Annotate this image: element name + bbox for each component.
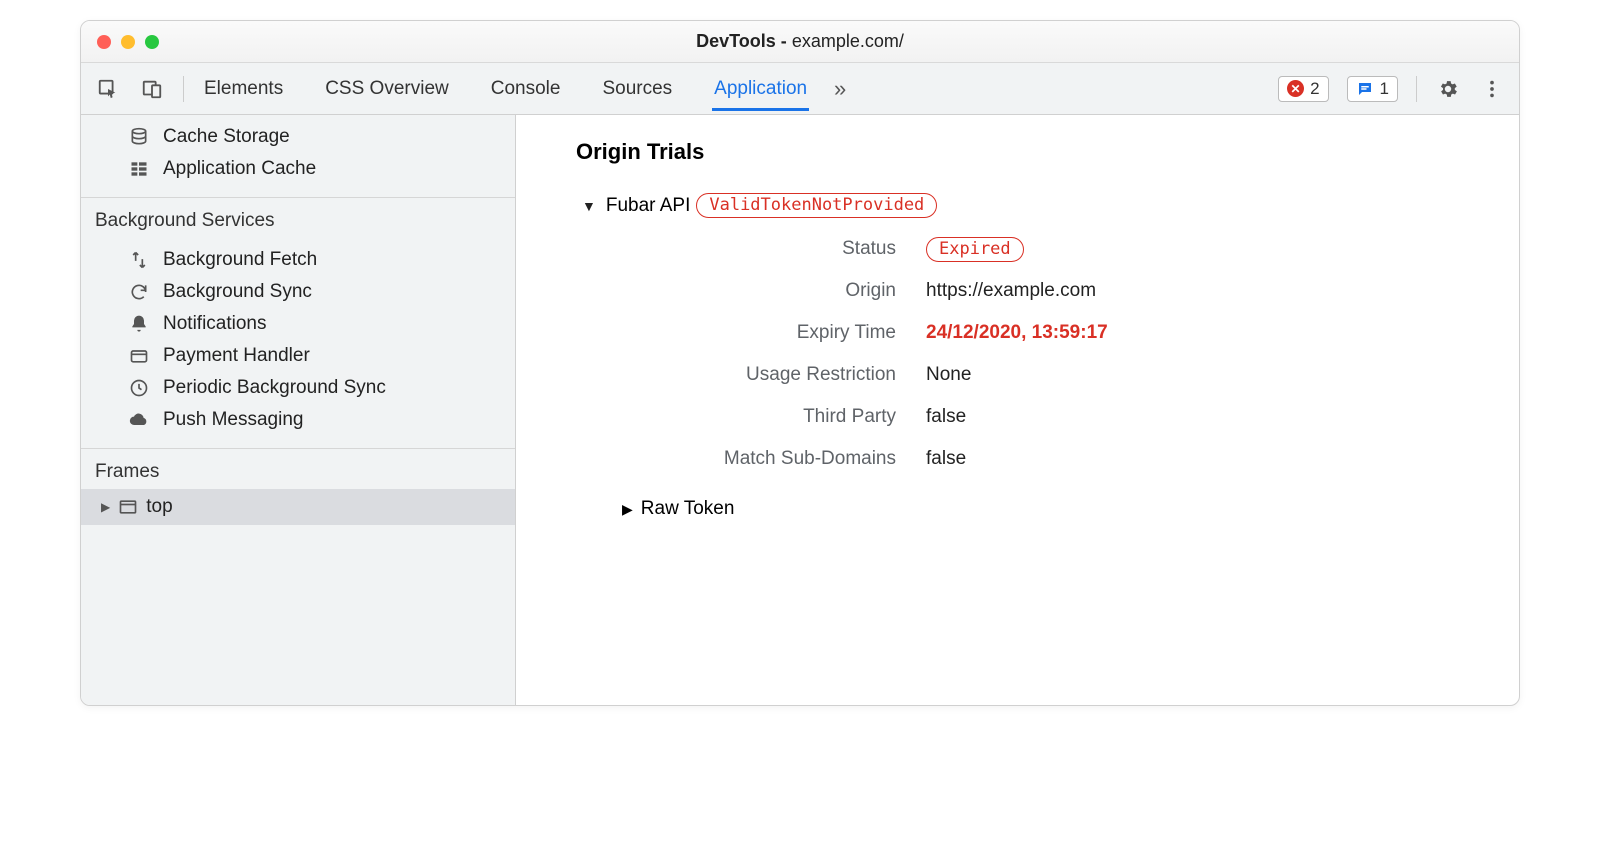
sidebar-item-label: Background Fetch [163, 249, 317, 271]
label-usage: Usage Restriction [616, 364, 896, 386]
raw-token-label: Raw Token [641, 498, 735, 520]
sidebar-item-application-cache[interactable]: Application Cache [81, 153, 515, 185]
sidebar-item-label: Notifications [163, 313, 267, 335]
raw-token-row[interactable]: ▶ Raw Token [622, 498, 1479, 520]
disclosure-triangle-icon: ▶ [101, 500, 110, 514]
frames-item-label: top [146, 496, 172, 518]
panel-body: Cache Storage Application Cache Backgrou… [81, 115, 1519, 705]
value-expiry: 24/12/2020, 13:59:17 [926, 322, 1479, 344]
sidebar-item-periodic-sync[interactable]: Periodic Background Sync [81, 372, 515, 404]
trial-details: Status Expired Origin https://example.co… [616, 238, 1479, 470]
devtools-toolbar: Elements CSS Overview Console Sources Ap… [81, 63, 1519, 115]
kebab-menu-icon[interactable] [1479, 76, 1505, 102]
sidebar-item-cache-storage[interactable]: Cache Storage [81, 121, 515, 153]
panel-tabs: Elements CSS Overview Console Sources Ap… [202, 66, 809, 111]
disclosure-triangle-icon: ▼ [582, 198, 596, 214]
window-icon [118, 497, 138, 517]
fetch-icon [127, 250, 151, 270]
close-window-button[interactable] [97, 35, 111, 49]
sidebar-heading-background: Background Services [81, 197, 515, 238]
sync-icon [127, 282, 151, 302]
origin-trials-panel: Origin Trials ▼ Fubar API ValidTokenNotP… [516, 115, 1519, 705]
sidebar-item-label: Push Messaging [163, 409, 303, 431]
bell-icon [127, 314, 151, 334]
disclosure-triangle-icon: ▶ [622, 501, 633, 518]
trial-status-badge: ValidTokenNotProvided [696, 193, 937, 218]
messages-badge[interactable]: 1 [1347, 76, 1398, 102]
tab-elements[interactable]: Elements [202, 66, 285, 111]
label-expiry: Expiry Time [616, 322, 896, 344]
errors-badge[interactable]: ✕ 2 [1278, 76, 1328, 102]
sidebar-item-notifications[interactable]: Notifications [81, 308, 515, 340]
value-match-subdomains: false [926, 448, 1479, 470]
inspect-element-icon[interactable] [95, 76, 121, 102]
sidebar-item-push-messaging[interactable]: Push Messaging [81, 404, 515, 436]
sidebar-item-label: Payment Handler [163, 345, 310, 367]
sidebar-item-background-fetch[interactable]: Background Fetch [81, 244, 515, 276]
sidebar-item-payment-handler[interactable]: Payment Handler [81, 340, 515, 372]
message-icon [1356, 80, 1374, 98]
device-toolbar-icon[interactable] [139, 76, 165, 102]
tab-application[interactable]: Application [712, 66, 809, 111]
label-status: Status [616, 238, 896, 260]
devtools-window: DevTools - example.com/ Elements CSS Ove… [80, 20, 1520, 706]
settings-icon[interactable] [1435, 76, 1461, 102]
status-pill: Expired [926, 237, 1024, 262]
more-tabs-icon[interactable]: » [827, 76, 853, 102]
value-status: Expired [926, 238, 1479, 260]
page-title: Origin Trials [576, 139, 1479, 165]
sidebar-item-label: Application Cache [163, 158, 316, 180]
errors-count: 2 [1310, 79, 1319, 99]
label-third-party: Third Party [616, 406, 896, 428]
toolbar-divider [1416, 76, 1417, 102]
database-icon [127, 127, 151, 147]
traffic-lights [97, 35, 159, 49]
sidebar-heading-frames: Frames [81, 448, 515, 489]
clock-icon [127, 378, 151, 398]
grid-icon [127, 159, 151, 179]
maximize-window-button[interactable] [145, 35, 159, 49]
messages-count: 1 [1380, 79, 1389, 99]
value-third-party: false [926, 406, 1479, 428]
value-usage: None [926, 364, 1479, 386]
error-icon: ✕ [1287, 80, 1304, 97]
label-match-subdomains: Match Sub-Domains [616, 448, 896, 470]
tab-console[interactable]: Console [489, 66, 563, 111]
sidebar-item-label: Background Sync [163, 281, 312, 303]
titlebar: DevTools - example.com/ [81, 21, 1519, 63]
trial-row[interactable]: ▼ Fubar API ValidTokenNotProvided [582, 193, 1479, 218]
sidebar-item-label: Periodic Background Sync [163, 377, 386, 399]
tab-sources[interactable]: Sources [600, 66, 674, 111]
tab-css-overview[interactable]: CSS Overview [323, 66, 451, 111]
trial-name: Fubar API [606, 195, 691, 217]
minimize-window-button[interactable] [121, 35, 135, 49]
card-icon [127, 346, 151, 366]
window-title: DevTools - example.com/ [81, 31, 1519, 52]
sidebar-item-background-sync[interactable]: Background Sync [81, 276, 515, 308]
value-origin: https://example.com [926, 280, 1479, 302]
toolbar-divider [183, 76, 184, 102]
cloud-icon [127, 410, 151, 430]
label-origin: Origin [616, 280, 896, 302]
sidebar-item-label: Cache Storage [163, 126, 290, 148]
frames-item-top[interactable]: ▶ top [81, 489, 515, 525]
application-sidebar: Cache Storage Application Cache Backgrou… [81, 115, 516, 705]
